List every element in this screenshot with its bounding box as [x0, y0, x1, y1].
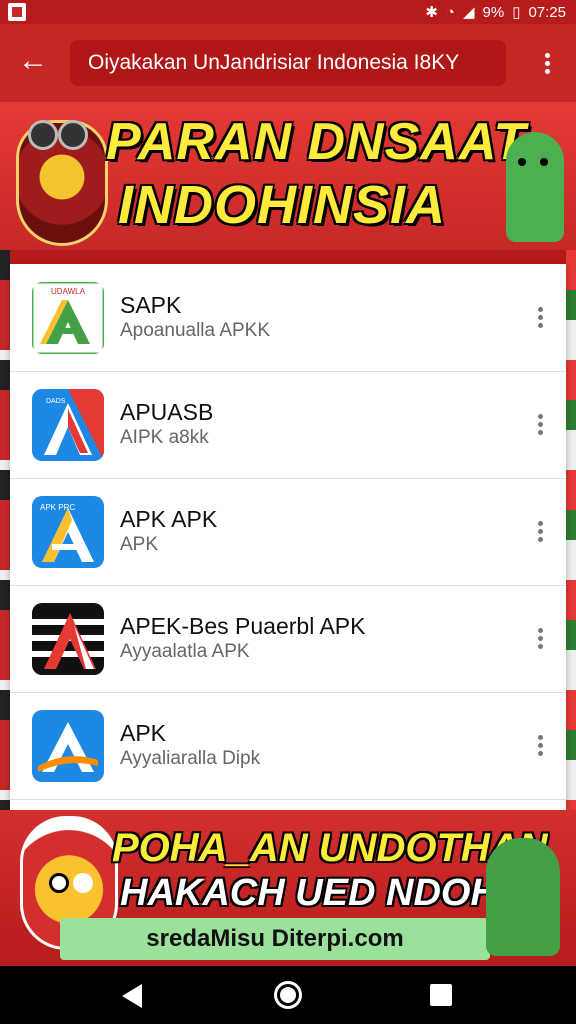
red-a-icon: DADS: [32, 389, 104, 461]
goggles-icon: [28, 120, 88, 150]
bottom-banner-ad[interactable]: POHA_AN UNDOTHAN HAKACH UED NDOHAN sreda…: [0, 810, 576, 966]
app-subtitle: Apoanualla APKK: [120, 320, 271, 341]
blue-a-swoosh-icon: [32, 710, 104, 782]
bluetooth-icon: ✱: [425, 4, 438, 21]
signal-icon: ◢: [462, 4, 475, 21]
list-item[interactable]: APK Ayyaliaralla Dipk: [10, 692, 566, 800]
app-name: APUASB: [120, 399, 214, 425]
android-robot-icon: [506, 132, 564, 242]
item-overflow-icon[interactable]: [534, 625, 546, 655]
app-subtitle: Ayyaliaralla Dipk: [120, 748, 261, 769]
list-item[interactable]: APK PRC APK APK APK: [10, 478, 566, 586]
green-a-icon: UDAWLA: [32, 282, 104, 354]
battery-level: 9%: [482, 3, 505, 21]
nav-recents-icon[interactable]: [430, 984, 452, 1006]
blue-yellow-a-icon: APK PRC: [32, 496, 104, 568]
banner-title-line1: PARAN DNSAAT: [106, 113, 527, 171]
app-name: SAPK: [120, 292, 182, 318]
app-bar-title[interactable]: Oiyakakan UnJandrisiar Indonesia I8KY: [70, 40, 506, 86]
item-overflow-icon[interactable]: [534, 411, 546, 441]
banner-title-line2: INDOHINSIA: [118, 175, 447, 235]
list-item[interactable]: DADS APUASB AIPK a8kk: [10, 371, 566, 479]
list-item[interactable]: APEK-Bes Puaerbl APK Ayyaalatla APK: [10, 585, 566, 693]
app-subtitle: APK: [120, 534, 159, 555]
nav-back-icon[interactable]: [122, 984, 142, 1008]
back-arrow-icon[interactable]: ←: [16, 44, 50, 78]
overflow-menu-icon[interactable]: [536, 50, 558, 78]
item-overflow-icon[interactable]: [534, 518, 546, 548]
app-list: UDAWLA SAPK Apoanualla APKK DADS APUASB …: [10, 264, 566, 824]
clock: 07:25: [528, 3, 566, 21]
navigation-bar: [0, 966, 576, 1024]
item-overflow-icon[interactable]: [534, 732, 546, 762]
ad-url[interactable]: sredaMisu Diterpi.com: [60, 918, 490, 960]
ad-headline: POHA_AN UNDOTHAN: [112, 826, 548, 870]
battery-icon: ▯: [512, 4, 521, 21]
icon-caption: DADS: [46, 398, 66, 405]
app-subtitle: Ayyaalatla APK: [120, 641, 250, 662]
item-overflow-icon[interactable]: [534, 304, 546, 334]
app-name: APEK-Bes Puaerbl APK: [120, 613, 366, 639]
nav-home-icon[interactable]: [274, 981, 302, 1009]
status-bar: ✱ ◔ ◢ 9% ▯ 07:25: [0, 0, 576, 24]
app-name: APK APK: [120, 506, 218, 532]
notification-icon: [8, 3, 26, 21]
top-banner[interactable]: PARAN DNSAAT INDOHINSIA: [0, 102, 576, 250]
app-subtitle: AIPK a8kk: [120, 427, 209, 448]
black-red-a-icon: [32, 603, 104, 675]
wifi-icon: ◔: [445, 3, 455, 21]
icon-caption: UDAWLA: [51, 287, 86, 296]
list-item[interactable]: UDAWLA SAPK Apoanualla APKK: [10, 264, 566, 372]
android-robot-icon: [486, 838, 560, 956]
app-bar: ← Oiyakakan UnJandrisiar Indonesia I8KY: [0, 24, 576, 102]
icon-caption: APK PRC: [40, 503, 75, 512]
app-name: APK: [120, 720, 167, 746]
